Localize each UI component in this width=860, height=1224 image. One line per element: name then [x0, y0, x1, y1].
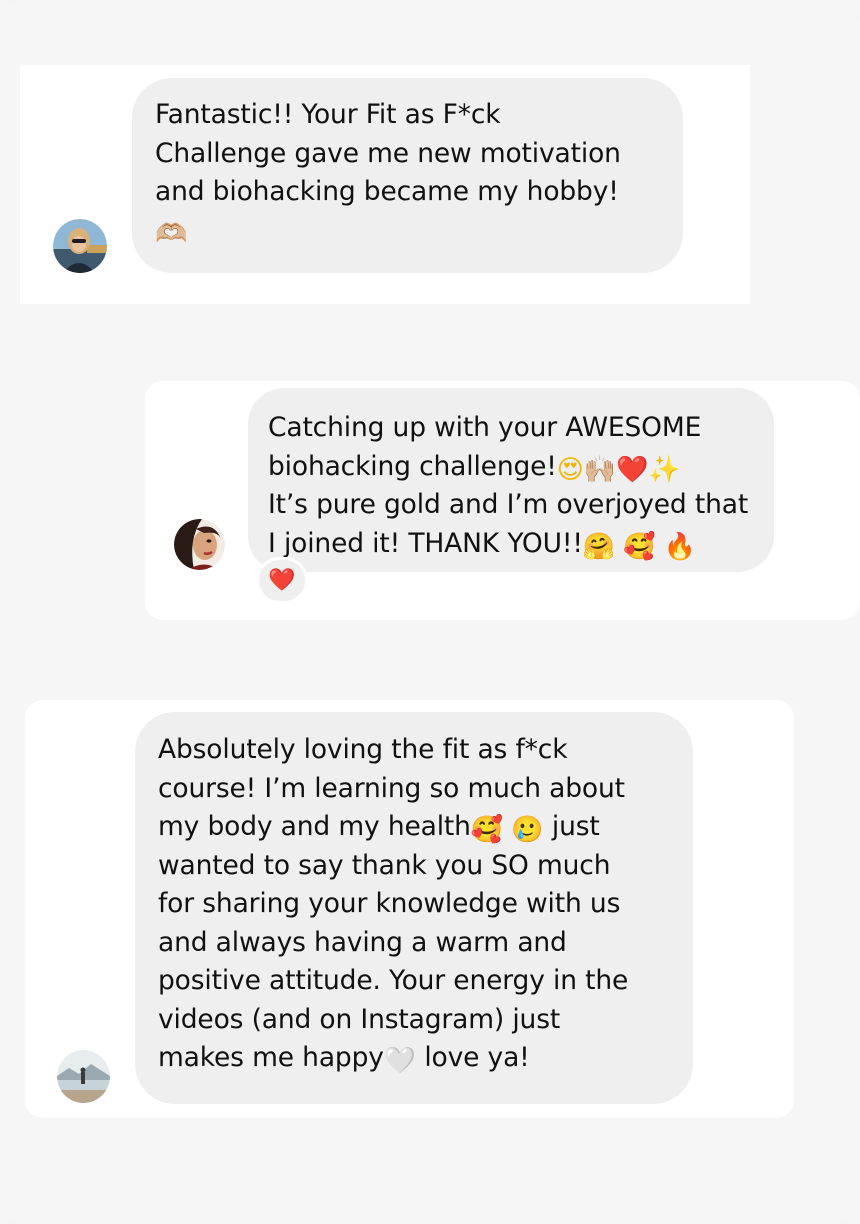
- message-text-line: wanted to say thank you SO much: [158, 849, 611, 881]
- message-card-3: Absolutely loving the fit as f*ck course…: [25, 700, 794, 1118]
- message-text-line: and always having a warm and: [158, 926, 567, 958]
- sender-avatar[interactable]: [174, 519, 225, 570]
- heart-reaction-badge[interactable]: ❤️: [256, 557, 308, 604]
- heart-hands-emoji-icon: 🫶🏼: [155, 218, 188, 249]
- message-text-line: my body and my health🥰 🥲 just: [158, 811, 600, 845]
- message-text-line: Fantastic!! Your Fit as F*ck: [155, 99, 501, 130]
- message-text-line: Challenge gave me new motivation: [155, 137, 621, 169]
- message-text-line: makes me happy🤍 love ya!: [158, 1042, 530, 1076]
- smiling-hearts-emoji-icon: 🥰: [623, 531, 656, 562]
- conversation-collage: Fantastic!! Your Fit as F*ck Challenge g…: [0, 0, 860, 1224]
- message-text-line: Absolutely loving the fit as f*ck: [158, 734, 568, 765]
- message-text-line: videos (and on Instagram) just: [158, 1003, 561, 1035]
- heart-eyes-emoji-icon: 😍: [556, 454, 584, 485]
- sparkles-emoji-icon: ✨: [648, 454, 681, 485]
- message-text-line: biohacking challenge!😍🙌🏼❤️✨: [268, 450, 681, 485]
- message-text-line: positive attitude. Your energy in the: [158, 965, 629, 996]
- message-bubble[interactable]: Fantastic!! Your Fit as F*ck Challenge g…: [132, 78, 683, 273]
- red-heart-emoji-icon: ❤️: [615, 454, 649, 485]
- message-bubble[interactable]: Absolutely loving the fit as f*ck course…: [135, 712, 693, 1104]
- message-text-line: I joined it! THANK YOU!!🤗 🥰 🔥: [268, 527, 697, 562]
- hugging-face-emoji-icon: 🤗: [582, 531, 616, 562]
- smiling-hearts-emoji-icon: 🥰: [470, 815, 504, 845]
- message-text-line: for sharing your knowledge with us: [158, 888, 621, 919]
- message-text-line: course! I’m learning so much about: [158, 772, 625, 804]
- smiling-tear-emoji-icon: 🥲: [511, 815, 544, 845]
- avatar-photo-icon: [57, 1050, 110, 1103]
- raising-hands-emoji-icon: 🙌🏼: [583, 454, 616, 485]
- message-text-line: It’s pure gold and I’m overjoyed that: [268, 489, 749, 520]
- fire-emoji-icon: 🔥: [663, 531, 697, 562]
- message-bubble[interactable]: Catching up with your AWESOME biohacking…: [248, 388, 774, 572]
- heart-reaction-icon: ❤️: [268, 567, 296, 593]
- avatar-photo-icon: [53, 219, 107, 273]
- sender-avatar[interactable]: [53, 219, 107, 273]
- avatar-illustration-icon: [174, 519, 225, 570]
- sender-avatar[interactable]: [57, 1050, 110, 1103]
- message-text-line: and biohacking became my hobby!: [155, 176, 619, 207]
- white-heart-emoji-icon: 🤍: [383, 1046, 417, 1076]
- message-text-line: 🫶🏼: [155, 212, 663, 251]
- message-card-1: Fantastic!! Your Fit as F*ck Challenge g…: [20, 65, 750, 304]
- message-card-2: Catching up with your AWESOME biohacking…: [145, 381, 860, 620]
- message-text-line: Catching up with your AWESOME: [268, 412, 702, 443]
